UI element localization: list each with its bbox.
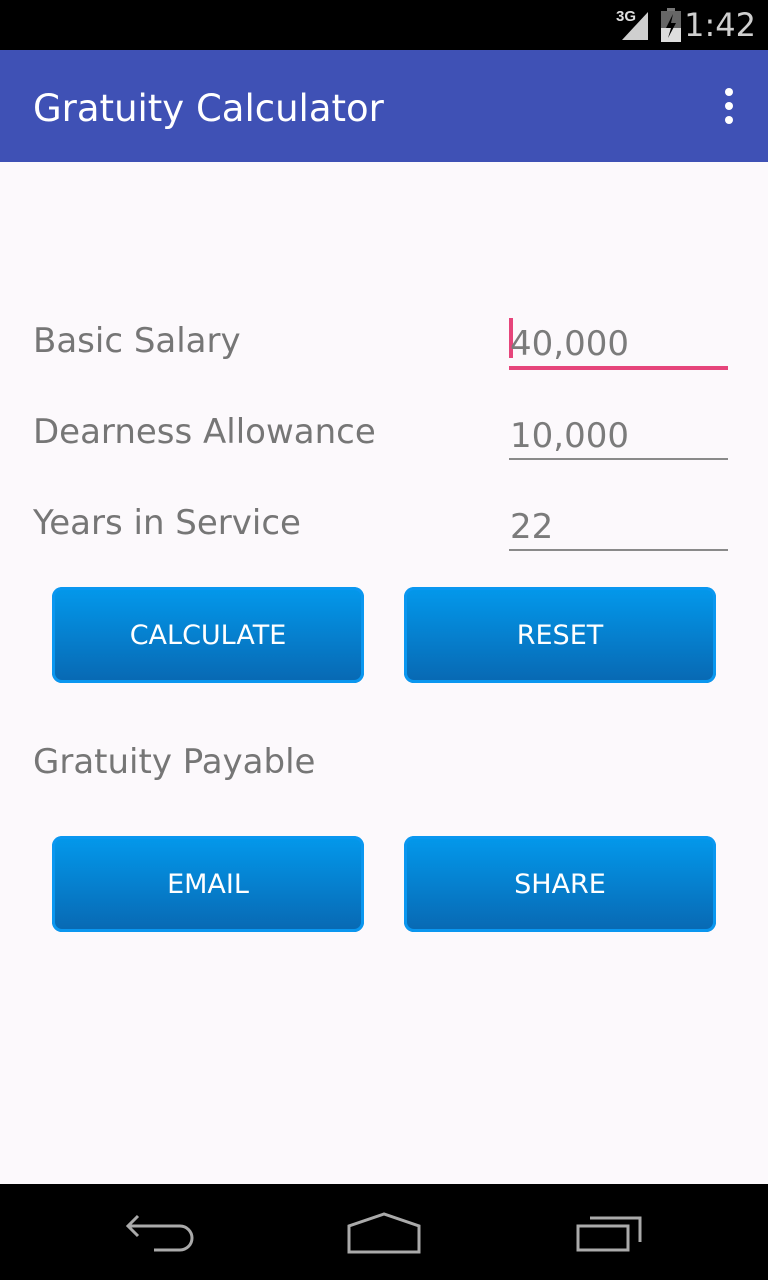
recents-icon[interactable] <box>574 1214 646 1254</box>
basic-salary-input[interactable]: 40,000 <box>509 318 728 370</box>
years-in-service-label: Years in Service <box>33 503 301 543</box>
app-bar: Gratuity Calculator <box>0 50 768 162</box>
dearness-allowance-value: 10,000 <box>510 416 629 456</box>
navigation-bar <box>0 1184 768 1280</box>
signal-icon <box>622 12 648 40</box>
years-in-service-input[interactable]: 22 <box>509 501 728 551</box>
gratuity-payable-label: Gratuity Payable <box>33 742 316 782</box>
back-icon[interactable] <box>124 1214 196 1254</box>
reset-button[interactable]: RESET <box>404 587 716 683</box>
years-in-service-value: 22 <box>510 507 554 547</box>
overflow-menu-icon[interactable] <box>724 88 734 124</box>
calculate-button[interactable]: CALCULATE <box>52 587 364 683</box>
dearness-allowance-input[interactable]: 10,000 <box>509 410 728 460</box>
email-button[interactable]: EMAIL <box>52 836 364 932</box>
home-icon[interactable] <box>346 1212 422 1254</box>
basic-salary-value: 40,000 <box>510 324 629 364</box>
clock: 1:42 <box>684 6 756 44</box>
dearness-allowance-label: Dearness Allowance <box>33 412 376 452</box>
app-title: Gratuity Calculator <box>33 87 384 130</box>
basic-salary-label: Basic Salary <box>33 321 241 361</box>
share-button[interactable]: SHARE <box>404 836 716 932</box>
status-bar: 3G 1:42 <box>0 0 768 50</box>
battery-icon <box>661 8 681 42</box>
